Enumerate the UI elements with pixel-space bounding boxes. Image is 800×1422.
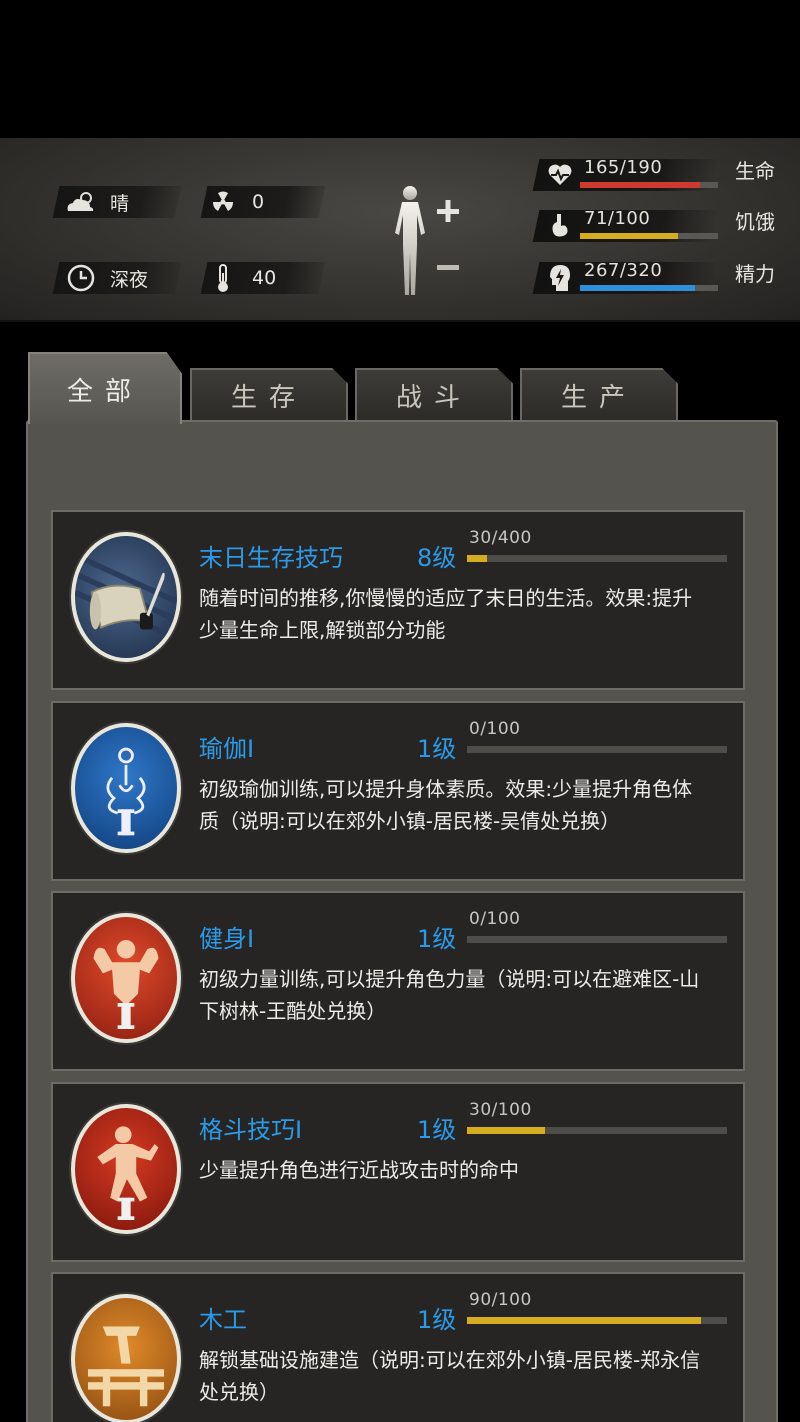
health-value: 165/190 [584,157,663,178]
energy-bar-fill [580,285,696,291]
skill-title: 格斗技巧Ⅰ [199,1116,303,1144]
tab-survival[interactable]: 生存 [190,368,348,420]
skill-progress-text: 30/400 [469,528,532,548]
hunger-label: 饥饿 [735,210,775,234]
health-bar [580,182,718,188]
time-text: 深夜 [110,268,149,291]
skill-progress-bar [467,555,727,562]
skill-description: 解锁基础设施建造（说明:可以在郊外小镇-居民楼-郑永信处兑换） [199,1348,701,1404]
skill-title: 木工 [199,1306,247,1334]
tab-production[interactable]: 生产 [520,368,678,420]
skill-progress-fill [467,1127,545,1134]
time-indicator: 深夜 [64,262,148,294]
skill-description: 少量提升角色进行近战攻击时的命中 [199,1158,519,1182]
energy-bar [580,285,718,291]
cloud-sun-icon [64,186,98,218]
body-figure-icon[interactable] [385,183,465,303]
weather-indicator: 晴 [64,186,129,218]
skill-description: 初级瑜伽训练,可以提升身体素质。效果:少量提升角色体质（说明:可以在郊外小镇-居… [199,777,693,833]
skill-progress-text: 30/100 [469,1100,532,1120]
skill-progress-bar [467,1317,727,1324]
skill-progress-text: 0/100 [469,719,521,739]
skill-progress-fill [467,1317,701,1324]
skill-progress-bar [467,936,727,943]
radiation-value: 0 [252,191,265,213]
clock-icon [64,262,98,294]
skill-description: 随着时间的推移,你慢慢的适应了末日的生活。效果:提升少量生命上限,解锁部分功能 [199,586,693,642]
fighter-icon [71,1104,181,1234]
skill-level: 1级 [417,925,457,953]
skill-card[interactable]: 木工 1级 90/100 解锁基础设施建造（说明:可以在郊外小镇-居民楼-郑永信… [51,1272,745,1422]
temperature-indicator: 40 [206,262,276,294]
health-label: 生命 [735,159,775,183]
tab-all[interactable]: 全部 [28,352,182,424]
muscle-icon [71,913,181,1043]
heart-pulse-icon [544,159,576,191]
skill-card[interactable]: 格斗技巧Ⅰ 1级 30/100 少量提升角色进行近战攻击时的命中 [51,1082,745,1262]
energy-value: 267/320 [584,260,663,281]
hunger-stat: 71/100 饥饿 [532,206,791,246]
scroll-quill-icon [71,532,181,662]
skill-description: 初级力量训练,可以提升角色力量（说明:可以在避难区-山下树林-王酷处兑换） [199,967,700,1023]
weather-text: 晴 [110,192,130,215]
skill-progress-bar [467,746,727,753]
skill-level: 1级 [417,735,457,763]
skill-title: 瑜伽Ⅰ [199,735,255,763]
temperature-value: 40 [252,267,277,289]
skill-level: 1级 [417,1306,457,1334]
skill-progress-text: 0/100 [469,909,521,929]
health-stat: 165/190 生命 [532,155,791,195]
stomach-icon [544,210,576,242]
skill-progress-fill [467,555,487,562]
thermometer-icon [206,262,240,294]
skill-card[interactable]: 瑜伽Ⅰ 1级 0/100 初级瑜伽训练,可以提升身体素质。效果:少量提升角色体质… [51,701,745,881]
skill-level: 1级 [417,1116,457,1144]
skill-level: 8级 [417,544,457,572]
energy-stat: 267/320 精力 [532,258,791,298]
energy-label: 精力 [735,262,775,286]
hunger-bar-fill [580,233,678,239]
skill-card[interactable]: 末日生存技巧 8级 30/400 随着时间的推移,你慢慢的适应了末日的生活。效果… [51,510,745,690]
energy-head-icon [544,262,576,294]
tab-combat[interactable]: 战斗 [355,368,513,420]
skill-progress-bar [467,1127,727,1134]
health-bar-fill [580,182,700,188]
skill-title: 末日生存技巧 [199,544,343,572]
hunger-bar [580,233,718,239]
skill-title: 健身Ⅰ [199,925,255,953]
radiation-indicator: 0 [206,186,264,218]
skill-progress-text: 90/100 [469,1290,532,1310]
hunger-value: 71/100 [584,208,651,229]
carpentry-icon [71,1294,181,1422]
top-black-bar [0,0,800,138]
meditation-icon [71,723,181,853]
skill-card[interactable]: 健身Ⅰ 1级 0/100 初级力量训练,可以提升角色力量（说明:可以在避难区-山… [51,891,745,1071]
radiation-icon [206,186,240,218]
